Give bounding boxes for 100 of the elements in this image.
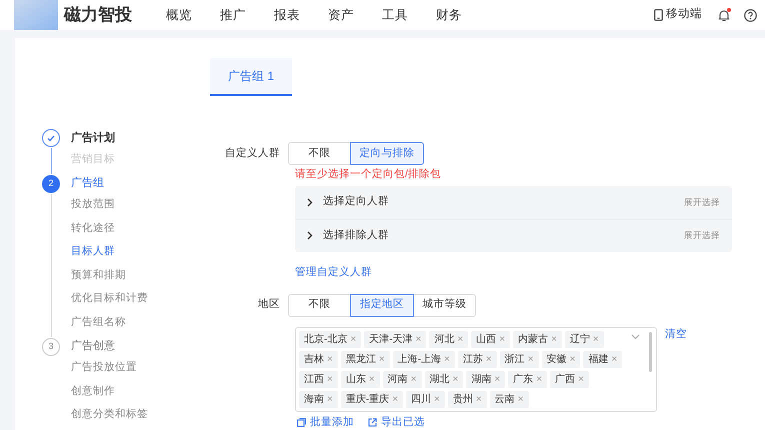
remove-tag-button[interactable]: × <box>578 372 584 386</box>
mobile-link[interactable]: 移动端 <box>654 6 702 24</box>
tag-label: 江苏 <box>462 352 483 366</box>
panel-title[interactable]: 选择定向人群 <box>323 194 389 210</box>
expand-link[interactable]: 展开选择 <box>684 196 720 209</box>
remove-tag-button[interactable]: × <box>570 352 576 366</box>
export-link[interactable]: 导出已选 <box>368 414 425 430</box>
clear-link[interactable]: 清空 <box>665 326 687 342</box>
copy-icon <box>297 418 306 427</box>
nav-link[interactable]: 概览 <box>166 6 192 24</box>
remove-tag-button[interactable]: × <box>350 332 356 346</box>
remove-tag-button[interactable]: × <box>434 392 440 406</box>
scrollbar-thumb[interactable] <box>649 332 652 372</box>
step-title[interactable]: 广告计划 <box>71 130 115 146</box>
remove-tag-button[interactable]: × <box>457 332 464 346</box>
remove-tag-button[interactable]: × <box>327 352 333 366</box>
remove-tag-button[interactable]: × <box>368 372 375 386</box>
remove-tag-button[interactable]: × <box>444 352 450 366</box>
tag-label: 海南 <box>304 392 324 406</box>
tag-label: 湖北 <box>430 372 450 386</box>
help-button[interactable] <box>744 8 757 22</box>
segment-option[interactable]: 不限 <box>288 142 351 165</box>
error-message: 请至少选择一个定向包/排除包 <box>295 167 441 182</box>
chevron-right-icon <box>307 198 313 207</box>
tag-label: 云南 <box>494 392 515 406</box>
remove-tag-button[interactable]: × <box>410 372 417 386</box>
step-title[interactable]: 广告创意 <box>71 338 115 355</box>
region-select[interactable]: 北京-北京 × 天津-天津 × 河北 × 山西 × 内蒙古 × 辽宁 × 吉林 × 黑龙江 × 上海-上海 × 江苏 × 浙江 × 安徽 × 福建 × 江西 × 山东 × 河南 × 湖北 × 湖南 × 广东 × 广西 × 海南 × 重庆-重庆 × 四川 × 贵州 × 云南 × <box>295 326 657 412</box>
segment-option[interactable]: 城市等级 <box>413 294 476 316</box>
panel-title[interactable]: 选择排除人群 <box>323 228 389 244</box>
tag-label: 贵州 <box>452 392 473 406</box>
segment-option[interactable]: 定向与排除 <box>350 142 424 165</box>
step-link[interactable]: 预算和排期 <box>42 264 192 288</box>
nav-link[interactable]: 推广 <box>220 6 246 24</box>
step-link[interactable]: 转化途径 <box>42 217 192 240</box>
tag-label: 天津-天津 <box>369 332 413 346</box>
tab[interactable]: 广告组 1 <box>210 58 292 96</box>
tag-label: 山东 <box>346 372 366 386</box>
remove-tag-button[interactable]: × <box>327 372 333 386</box>
logo-icon <box>14 0 58 30</box>
step-number: 3 <box>42 338 60 356</box>
step-link[interactable]: 投放范围 <box>42 194 192 217</box>
tag-label: 江西 <box>304 372 324 386</box>
remove-tag-button[interactable]: × <box>536 372 542 386</box>
remove-tag-button[interactable]: × <box>416 332 422 346</box>
nav-link[interactable]: 财务 <box>436 6 462 24</box>
tag-label: 河北 <box>434 332 454 346</box>
segment-option[interactable]: 指定地区 <box>350 294 414 316</box>
tag-label: 安徽 <box>546 352 567 366</box>
tag-label: 重庆-重庆 <box>346 392 390 406</box>
expand-link[interactable]: 展开选择 <box>684 229 720 242</box>
tag-label: 黑龙江 <box>346 352 376 366</box>
step-title[interactable]: 广告组 <box>71 175 104 192</box>
remove-tag-button[interactable]: × <box>518 392 524 406</box>
remove-tag-button[interactable]: × <box>327 392 333 406</box>
remove-tag-button[interactable]: × <box>476 392 482 406</box>
tag-label: 浙江 <box>504 352 525 366</box>
brand-name: 磁力智投 <box>64 4 132 26</box>
tag-label: 广西 <box>555 372 576 386</box>
step-link[interactable]: 创意制作 <box>42 380 192 404</box>
batch-add-link[interactable]: 批量添加 <box>297 414 354 430</box>
segment-option[interactable]: 不限 <box>288 294 351 316</box>
tag-label: 辽宁 <box>570 332 590 346</box>
manage-link[interactable]: 管理自定义人群 <box>295 264 372 280</box>
tag-label: 内蒙古 <box>518 332 548 346</box>
remove-tag-button[interactable]: × <box>592 332 599 346</box>
step-link[interactable]: 广告投放位置 <box>42 356 192 380</box>
notification-button[interactable] <box>718 8 730 22</box>
remove-tag-button[interactable]: × <box>494 372 500 386</box>
tag-label: 北京-北京 <box>304 332 348 346</box>
step-link[interactable]: 广告组名称 <box>42 311 192 334</box>
tag-label: 福建 <box>588 352 608 366</box>
remove-tag-button[interactable]: × <box>486 352 492 366</box>
field-label: 自定义人群 <box>224 146 281 161</box>
nav-link[interactable]: 工具 <box>382 6 408 24</box>
remove-tag-button[interactable]: × <box>392 392 398 406</box>
chevron-right-icon <box>307 231 313 240</box>
tag-label: 湖南 <box>471 372 492 386</box>
remove-tag-button[interactable]: × <box>452 372 458 386</box>
phone-icon <box>654 9 663 21</box>
remove-tag-button[interactable]: × <box>528 352 534 366</box>
step-link[interactable]: 目标人群 <box>42 240 192 264</box>
external-link-icon <box>368 418 377 427</box>
nav-link[interactable]: 报表 <box>274 6 300 24</box>
remove-tag-button[interactable]: × <box>551 332 557 346</box>
remove-tag-button[interactable]: × <box>499 332 506 346</box>
remove-tag-button[interactable]: × <box>611 352 618 366</box>
tag-label: 吉林 <box>304 352 324 366</box>
chevron-down-icon <box>631 334 640 340</box>
tag-label: 上海-上海 <box>398 352 442 366</box>
help-icon <box>744 8 757 22</box>
step-link[interactable]: 创意分类和标签 <box>42 404 192 427</box>
field-label: 地区 <box>257 297 281 312</box>
step-number: 2 <box>42 174 60 192</box>
tag-label: 河南 <box>388 372 408 386</box>
bell-icon <box>718 8 730 22</box>
step-link[interactable]: 优化目标和计费 <box>42 288 192 311</box>
nav-link[interactable]: 资产 <box>328 6 354 24</box>
remove-tag-button[interactable]: × <box>378 352 385 366</box>
tag-label: 山西 <box>476 332 496 346</box>
